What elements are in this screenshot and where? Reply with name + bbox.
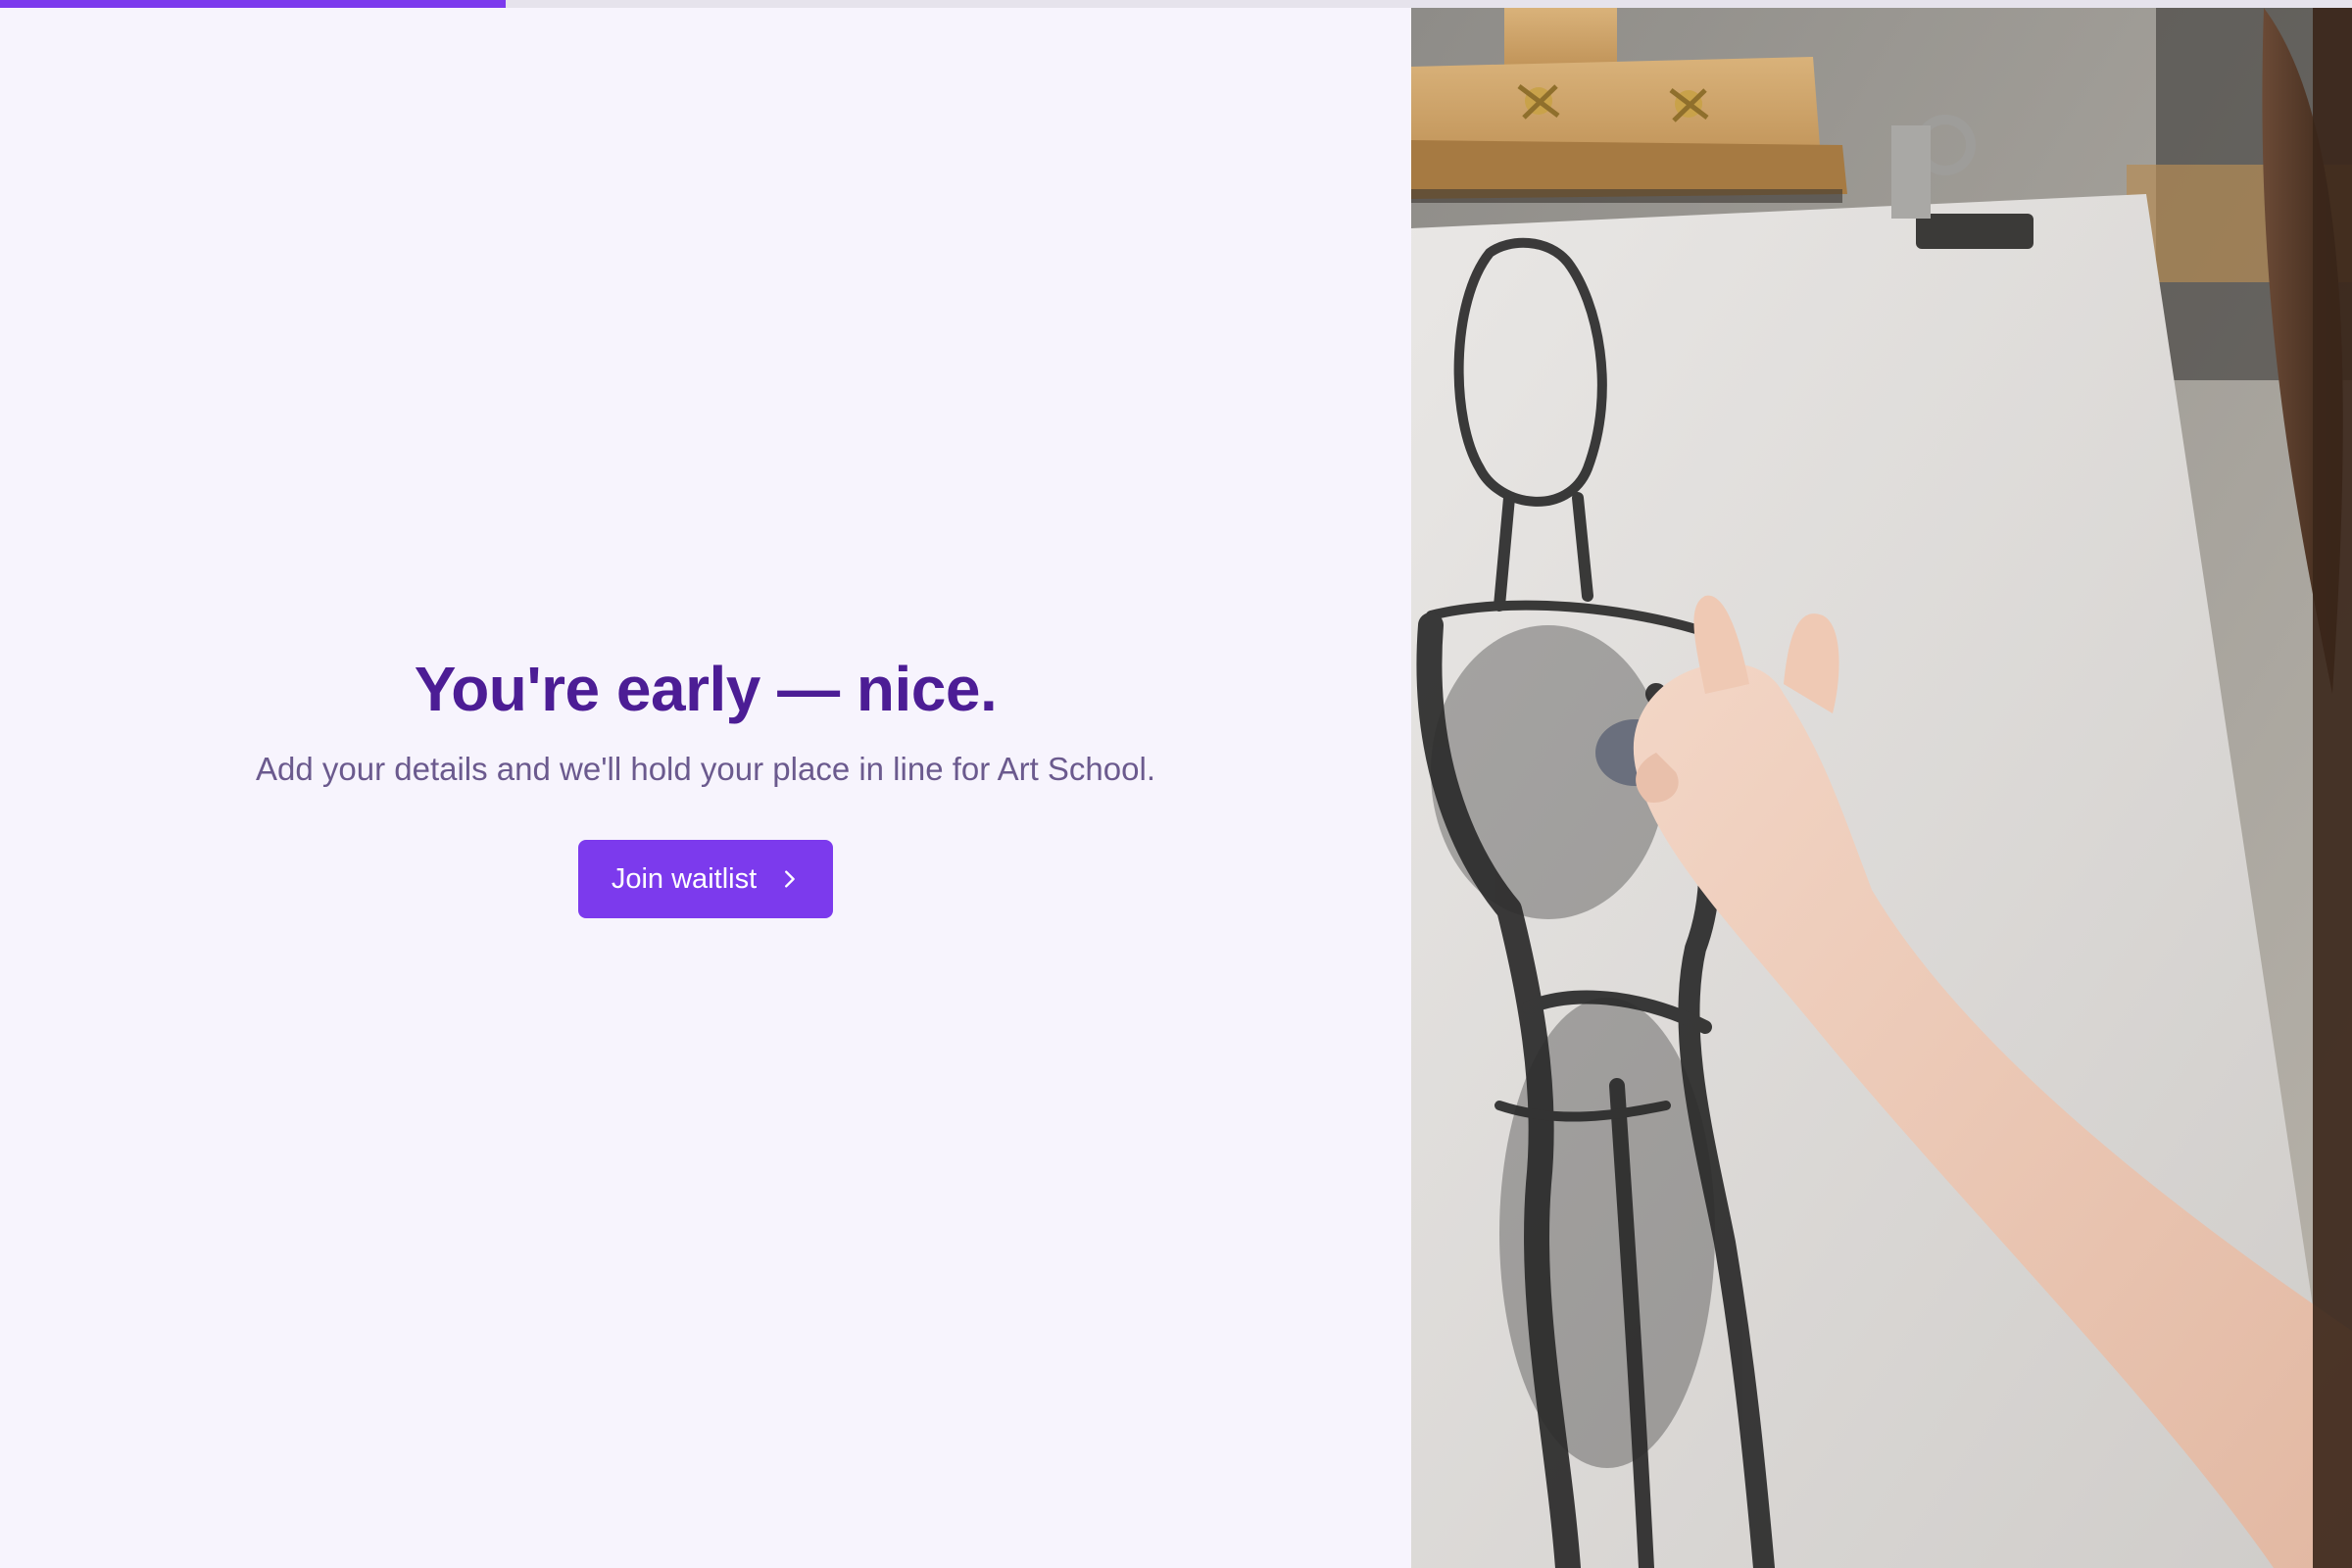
join-waitlist-label: Join waitlist xyxy=(611,862,758,895)
subtitle: Add your details and we'll hold your pla… xyxy=(256,751,1155,787)
chevron-right-icon xyxy=(785,870,795,888)
progress-track xyxy=(0,0,2352,8)
join-waitlist-button[interactable]: Join waitlist xyxy=(578,840,833,918)
hero-content: You're early — nice. Add your details an… xyxy=(0,650,1411,918)
left-panel: You're early — nice. Add your details an… xyxy=(0,8,1411,1568)
progress-fill xyxy=(0,0,506,8)
charcoal-drawing-illustration xyxy=(1411,8,2352,1568)
hero-image xyxy=(1411,8,2352,1568)
page-title: You're early — nice. xyxy=(414,654,998,724)
